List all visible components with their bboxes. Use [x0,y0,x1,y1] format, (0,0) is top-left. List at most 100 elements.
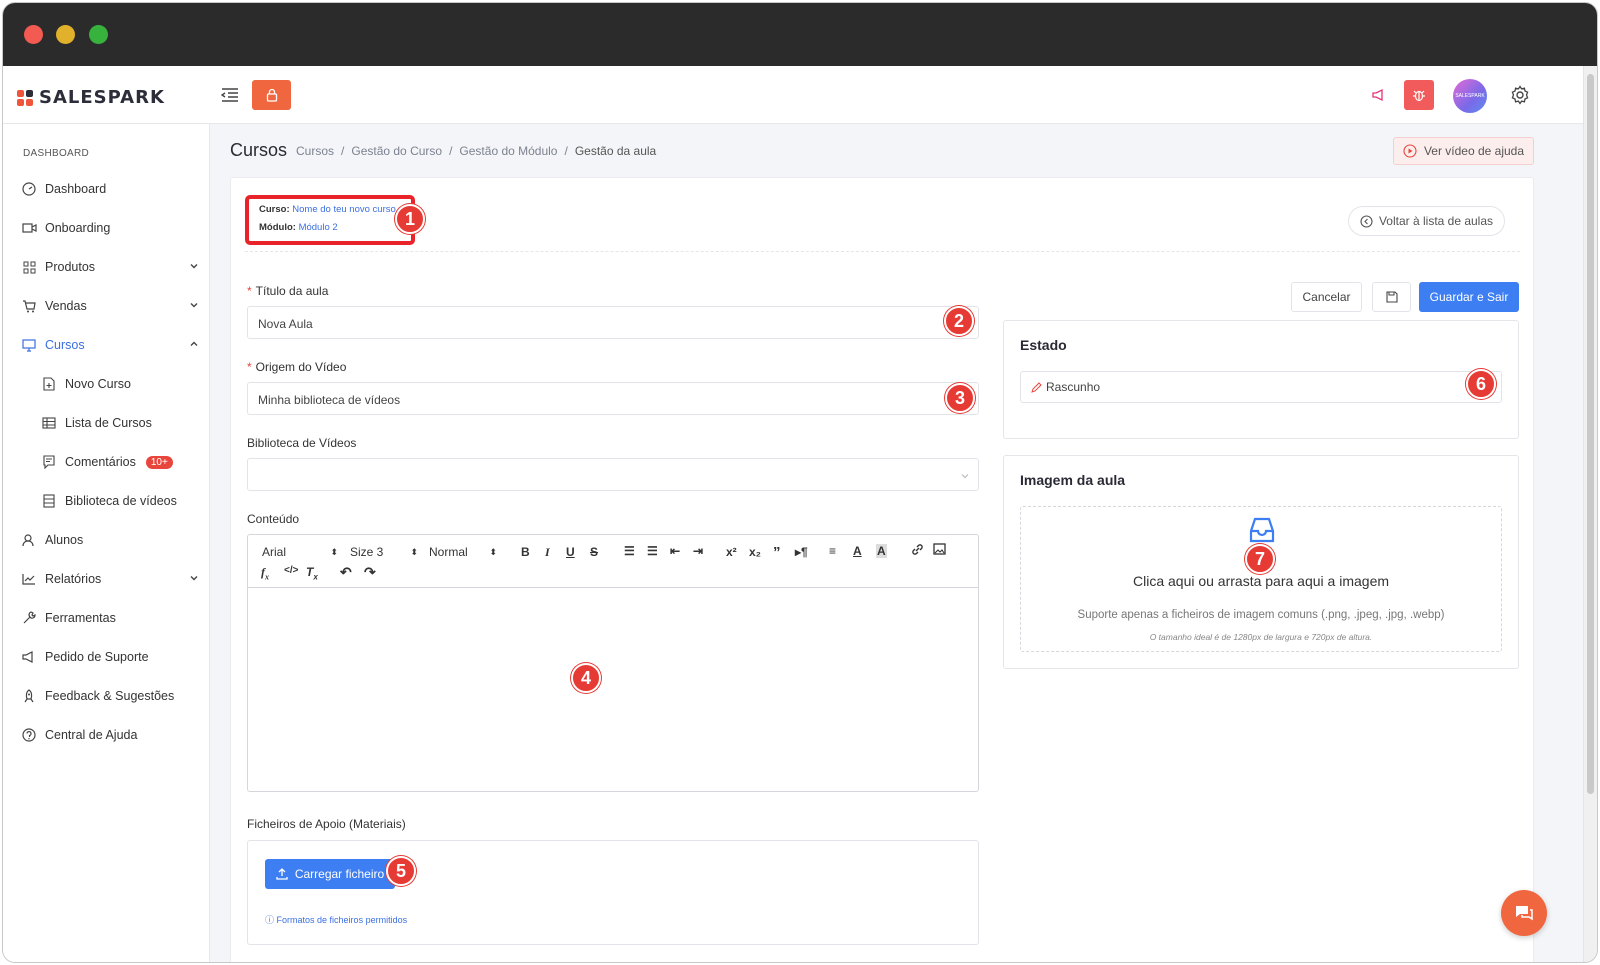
sidebar-item-novo-curso[interactable]: Novo Curso [41,374,201,394]
image-icon[interactable] [933,543,946,558]
floppy-disk-icon [1385,291,1398,303]
font-size-select[interactable]: Size 3 ⬍ [350,545,418,559]
monitor-icon [21,337,37,353]
indent-icon[interactable]: ⇥ [693,544,703,558]
sidebar-item-relatorios[interactable]: Relatórios [21,569,199,589]
cancel-button[interactable]: Cancelar [1291,282,1362,312]
redo-icon[interactable]: ↷ [364,564,376,581]
sidebar-item-label: Dashboard [45,182,107,196]
superscript-icon[interactable]: x² [726,545,737,559]
font-family-select[interactable]: Arial ⬍ [262,545,338,559]
video-origin-select[interactable]: Minha biblioteca de vídeos [247,382,979,415]
divider [245,251,1520,252]
font-color-icon[interactable]: A [853,544,862,558]
code-block-icon[interactable]: </> [284,565,298,576]
back-to-lessons-button[interactable]: Voltar à lista de aulas [1348,206,1505,236]
sidebar-item-lista-de-cursos[interactable]: Lista de Cursos [41,413,201,433]
video-camera-icon [21,220,37,236]
chat-button[interactable] [1501,890,1547,936]
chat-icon [1516,906,1533,921]
clear-format-icon[interactable]: Tx [306,565,318,581]
help-circle-icon [21,727,37,743]
link-icon[interactable] [911,543,924,559]
line-chart-icon [21,571,37,587]
avatar-text: SALESPARK [1455,93,1485,99]
allowed-formats-link[interactable]: ⓘ Formatos de ficheiros permitidos [265,913,407,926]
bold-icon[interactable]: B [521,545,530,559]
sidebar-item-label: Produtos [45,260,96,274]
lock-button[interactable] [252,80,291,110]
upload-file-button[interactable]: Carregar ficheiro [265,859,395,889]
breadcrumb-separator: / [449,144,453,158]
sidebar-item-biblioteca-de-videos[interactable]: Biblioteca de vídeos [41,491,201,511]
ordered-list-icon[interactable]: ☰ [624,544,635,558]
close-window-button[interactable] [24,25,43,44]
sidebar-item-pedido-de-suporte[interactable]: Pedido de Suporte [21,647,199,667]
course-link[interactable]: Nome do teu novo curso [292,204,396,215]
sidebar-item-vendas[interactable]: Vendas [21,296,199,316]
breadcrumb-item[interactable]: Gestão do Curso [351,144,442,158]
underline-icon[interactable]: U [566,545,575,559]
state-select[interactable]: Rascunho [1020,371,1502,403]
strikethrough-icon[interactable]: S [590,545,598,559]
brand-logo[interactable]: SALESPARK [17,87,165,108]
breadcrumb-item[interactable]: Cursos [296,144,334,158]
scrollbar-thumb[interactable] [1587,74,1594,794]
align-icon[interactable]: ≡ [829,544,836,558]
megaphone-icon[interactable] [1371,87,1387,106]
chevron-down-icon [960,470,970,484]
avatar[interactable]: SALESPARK [1453,79,1487,113]
info-icon: ⓘ [265,915,275,925]
sidebar-item-onboarding[interactable]: Onboarding [21,218,199,238]
sidebar-item-dashboard[interactable]: Dashboard [21,179,199,199]
sidebar-item-comentarios[interactable]: Comentários 10+ [41,452,201,472]
maximize-window-button[interactable] [89,25,108,44]
sidebar-item-feedback[interactable]: Feedback & Sugestões [21,686,199,706]
bug-report-button[interactable] [1404,80,1434,110]
logo-icon [17,89,33,106]
help-video-button[interactable]: Ver vídeo de ajuda [1393,137,1534,165]
list-icon [41,493,57,509]
text-direction-icon[interactable]: ▸¶ [795,545,808,559]
play-circle-icon [1403,144,1417,158]
sidebar-item-label: Central de Ajuda [45,728,138,742]
save-and-exit-button[interactable]: Guardar e Sair [1419,282,1519,312]
inbox-icon [1247,515,1277,548]
save-button[interactable] [1372,282,1411,312]
state-panel-title: Estado [1020,337,1067,353]
editor-content-area[interactable] [248,588,978,791]
sidebar-item-label: Comentários [65,455,136,469]
sidebar-item-label: Biblioteca de vídeos [65,494,177,508]
module-link[interactable]: Módulo 2 [299,222,338,233]
sidebar-item-label: Ferramentas [45,611,116,625]
menu-collapse-icon[interactable] [220,87,239,103]
page-scrollbar[interactable] [1583,66,1597,962]
sidebar-item-produtos[interactable]: Produtos [21,257,199,277]
lock-icon [266,88,277,102]
outdent-icon[interactable]: ⇤ [670,544,680,558]
breadcrumb-separator: / [341,144,345,158]
chevron-down-icon [189,299,199,313]
italic-icon[interactable]: I [545,545,550,560]
sidebar-item-central-de-ajuda[interactable]: Central de Ajuda [21,725,199,745]
undo-icon[interactable]: ↶ [340,564,352,581]
formula-icon[interactable]: fx [261,565,269,581]
gear-icon[interactable] [1510,85,1530,108]
sidebar-item-ferramentas[interactable]: Ferramentas [21,608,199,628]
video-library-select[interactable] [247,458,979,491]
minimize-window-button[interactable] [56,25,75,44]
image-dropzone[interactable]: Clica aqui ou arrasta para aqui a imagem… [1020,506,1502,652]
blockquote-icon[interactable]: ” [773,544,781,561]
bullet-list-icon[interactable]: ☰ [647,544,658,558]
grid-icon [21,259,37,275]
image-panel-title: Imagem da aula [1020,472,1126,488]
background-color-icon[interactable]: A [876,544,887,558]
sidebar-item-label: Onboarding [45,221,111,235]
text-style-select[interactable]: Normal ⬍ [429,545,497,559]
sidebar-item-cursos[interactable]: Cursos [21,335,199,355]
breadcrumb-item[interactable]: Gestão do Módulo [459,144,557,158]
main-content: Cursos Cursos / Gestão do Curso / Gestão… [210,124,1583,962]
sidebar-item-alunos[interactable]: Alunos [21,530,199,550]
lesson-title-input[interactable]: Nova Aula [247,306,979,339]
subscript-icon[interactable]: x₂ [749,545,761,559]
